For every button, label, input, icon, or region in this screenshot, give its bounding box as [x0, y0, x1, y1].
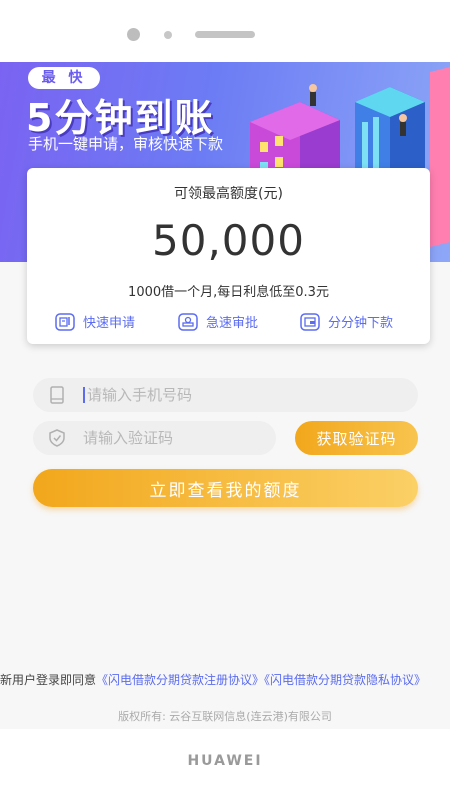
phone-icon [50, 386, 64, 404]
quota-amount: 50,000 [152, 216, 305, 265]
quota-label: 可领最高额度(元) [174, 186, 283, 202]
quota-description: 1000借一个月,每日利息低至0.3元 [128, 285, 329, 300]
check-quota-button[interactable]: 立即查看我的额度 [33, 469, 418, 507]
code-input[interactable] [83, 421, 263, 455]
front-camera [127, 28, 140, 41]
fastest-badge: 最 快 [28, 67, 100, 89]
phone-input[interactable] [83, 378, 407, 412]
phone-field[interactable] [33, 378, 418, 412]
feature-label: 快速申请 [83, 316, 136, 331]
device-bottom-bezel: HUAWEI [0, 729, 450, 800]
device-top-bezel [0, 0, 450, 62]
quota-card: 可领最高额度(元) 50,000 1000借一个月,每日利息低至0.3元 快速申… [27, 168, 430, 344]
feature-label: 分分钟下款 [328, 316, 394, 331]
agreement-prefix: 新用户登录即同意 [0, 673, 97, 687]
copyright-notice: 版权所有: 云谷互联网信息(连云港)有限公司 [118, 710, 332, 723]
earpiece-speaker [195, 31, 255, 38]
form-icon [55, 312, 75, 331]
stamp-icon [178, 312, 198, 331]
feature-quick-apply: 快速申请 [55, 312, 135, 331]
feature-list: 快速申请 急速审批 分分钟下款 [27, 312, 430, 336]
proximity-sensor [164, 31, 172, 39]
feature-fast-approval: 急速审批 [178, 312, 258, 331]
device-brand-logo: HUAWEI [187, 753, 263, 769]
feature-instant-loan: 分分钟下款 [300, 312, 393, 331]
code-field[interactable] [33, 421, 276, 455]
wallet-icon [300, 312, 320, 331]
app-screen: 最 快 5分钟到账 手机一键申请，审核快速下款 可领最高额度(元) 50,000… [0, 62, 450, 729]
banner-subline: 手机一键申请，审核快速下款 [28, 135, 224, 153]
get-code-button[interactable]: 获取验证码 [295, 421, 418, 455]
registration-agreement-link[interactable]: 《闪电借款分期贷款注册协议》 [96, 673, 264, 687]
feature-label: 急速审批 [206, 316, 259, 331]
agreement-text: 新用户登录即同意《闪电借款分期贷款注册协议》《闪电借款分期贷款隐私协议》 [0, 672, 450, 688]
shield-icon [49, 429, 65, 447]
privacy-agreement-link[interactable]: 《闪电借款分期贷款隐私协议》 [264, 673, 426, 687]
